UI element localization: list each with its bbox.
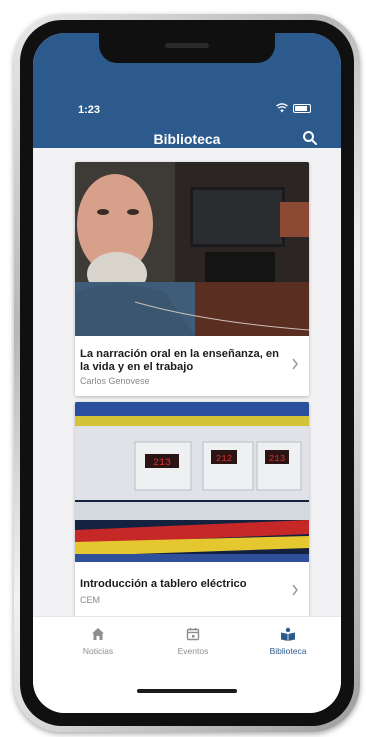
bottom-tab-bar: Noticias Eventos Biblioteca <box>33 616 341 713</box>
status-time: 1:23 <box>78 104 101 116</box>
chevron-right-icon <box>292 584 298 596</box>
tab-label: Biblioteca <box>269 646 307 656</box>
tab-biblioteca[interactable]: Biblioteca <box>243 627 333 656</box>
status-icons <box>276 103 311 113</box>
page-title: Biblioteca <box>153 131 221 147</box>
book-title: La narración oral en la enseñanza, en la… <box>80 348 279 373</box>
book-cover-image <box>75 162 309 336</box>
book-title: Introducción a tablero eléctrico <box>80 578 247 590</box>
phone-frame: 1:23 Biblioteca La narración oral en la … <box>14 14 360 732</box>
search-icon[interactable] <box>301 129 319 147</box>
book-author: CEM <box>80 595 100 605</box>
book-author: Carlos Genovese <box>80 376 150 386</box>
notch <box>99 33 275 63</box>
tab-noticias[interactable]: Noticias <box>53 627 143 656</box>
tab-eventos[interactable]: Eventos <box>148 627 238 656</box>
home-icon <box>92 628 104 640</box>
svg-text:213: 213 <box>269 454 285 464</box>
book-card[interactable]: La narración oral en la enseñanza, en la… <box>75 162 309 396</box>
battery-icon <box>293 103 311 113</box>
phone-bezel: 1:23 Biblioteca La narración oral en la … <box>20 20 354 726</box>
book-cover-image: 213 212 213 <box>75 402 309 562</box>
wifi-icon <box>276 103 288 113</box>
home-indicator <box>137 689 237 693</box>
app-screen: 1:23 Biblioteca La narración oral en la … <box>33 33 341 713</box>
library-icon <box>281 627 295 641</box>
tab-label: Eventos <box>177 646 209 656</box>
tab-label: Noticias <box>82 646 114 656</box>
svg-text:213: 213 <box>153 458 171 469</box>
library-list: La narración oral en la enseñanza, en la… <box>33 148 341 636</box>
book-card[interactable]: 213 212 213 Introducción a tablero eléct… <box>75 402 309 626</box>
speaker <box>165 43 209 48</box>
calendar-icon <box>186 628 200 641</box>
svg-text:212: 212 <box>216 454 232 464</box>
chevron-right-icon <box>292 358 298 370</box>
